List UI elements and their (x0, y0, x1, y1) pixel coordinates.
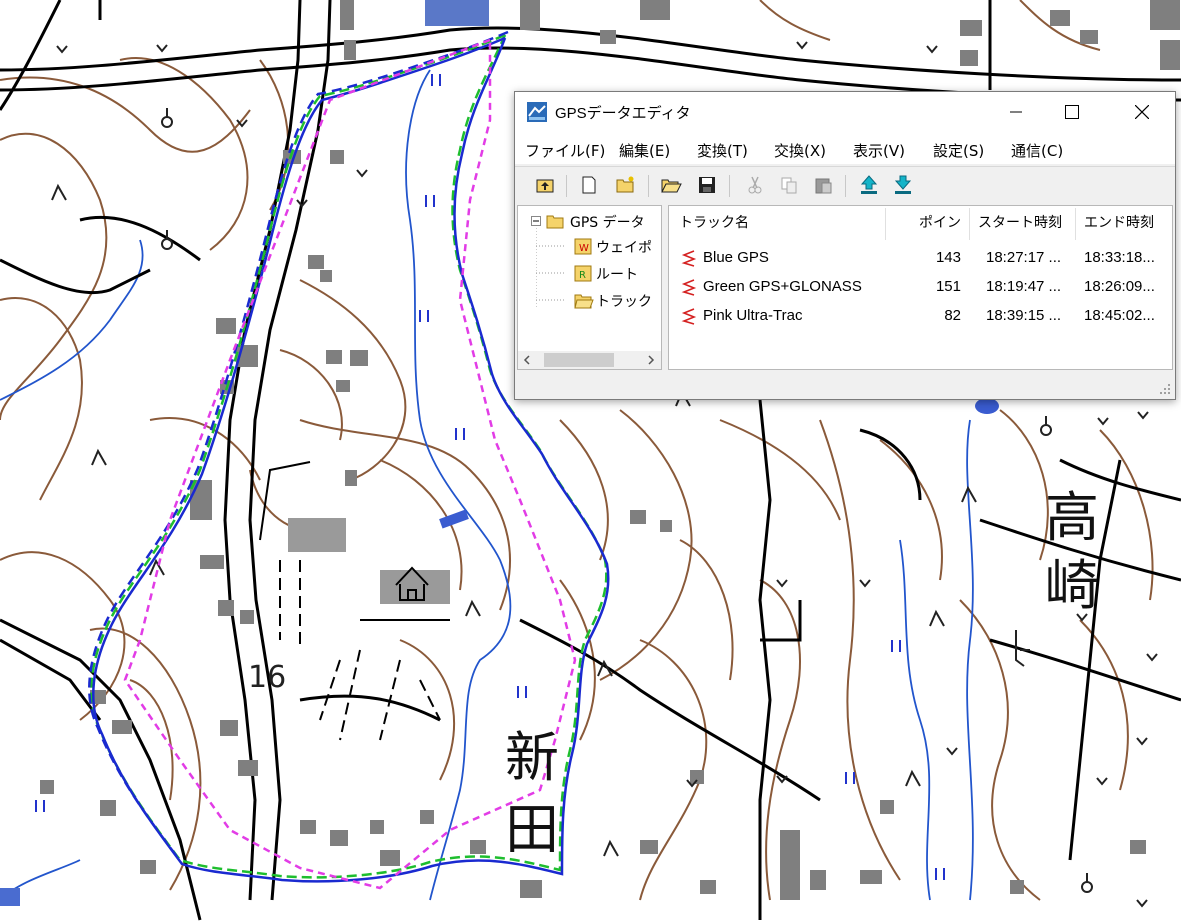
track-name: Blue GPS (703, 249, 769, 266)
track-name: Pink Ultra-Trac (703, 307, 803, 324)
track-icon (681, 250, 697, 267)
track-points: 143 (935, 249, 961, 266)
folder-tree: GPS データ W ウェイポ R ルート トラック (517, 205, 662, 370)
scroll-right-icon[interactable] (644, 351, 658, 369)
track-list: トラック名 ポイン スタート時刻 エンド時刻 Blue GPS 143 18:2… (668, 205, 1173, 370)
column-header-end-time[interactable]: エンド時刻 (1084, 206, 1154, 240)
collapse-toggle-icon[interactable] (531, 216, 541, 226)
map-label-shin: 新 (505, 726, 559, 789)
track-end-time: 18:45:02... (1084, 307, 1155, 324)
up-folder-icon (536, 179, 554, 193)
status-bar (515, 373, 1175, 399)
track-start-time: 18:39:15 ... (986, 307, 1062, 324)
track-icon (681, 279, 697, 296)
tree-item-route[interactable]: ルート (596, 264, 638, 284)
scroll-left-icon[interactable] (520, 351, 534, 369)
scroll-thumb[interactable] (544, 353, 614, 367)
save-icon (699, 177, 715, 193)
new-file-icon (582, 176, 596, 194)
tree-item-waypoint[interactable]: ウェイポ (596, 237, 652, 257)
menu-view[interactable]: 表示(V) (853, 140, 905, 161)
track-points: 82 (944, 307, 961, 324)
download-button[interactable] (891, 173, 915, 197)
track-icon (681, 308, 697, 325)
menu-exchange[interactable]: 交換(X) (774, 140, 826, 161)
column-header-start-time[interactable]: スタート時刻 (978, 206, 1062, 240)
tree-horizontal-scrollbar[interactable] (518, 351, 661, 369)
folder-icon (546, 215, 564, 229)
waypoint-icon: W (574, 238, 592, 255)
close-button[interactable] (1119, 92, 1165, 132)
menu-communication[interactable]: 通信(C) (1011, 140, 1063, 161)
track-points: 151 (935, 278, 961, 295)
svg-text:R: R (579, 270, 586, 281)
tree-root-gps-data[interactable]: GPS データ (570, 212, 645, 232)
column-header-track-name[interactable]: トラック名 (679, 206, 749, 240)
track-row[interactable]: Pink Ultra-Trac 82 18:39:15 ... 18:45:02… (669, 302, 1172, 330)
upload-icon (860, 175, 878, 194)
download-icon (894, 175, 912, 194)
minimize-icon (1010, 111, 1022, 113)
open-folder-icon (661, 179, 682, 193)
track-start-time: 18:19:47 ... (986, 278, 1062, 295)
track-name: Green GPS+GLONASS (703, 278, 862, 295)
new-folder-button[interactable] (613, 173, 637, 197)
paste-button[interactable] (811, 173, 835, 197)
title-bar[interactable]: GPSデータエディタ (515, 92, 1175, 132)
maximize-button[interactable] (1049, 92, 1095, 132)
map-label-den: 田 (505, 798, 559, 861)
column-header-points[interactable]: ポイン (919, 206, 961, 240)
gps-data-editor-window: GPSデータエディタ ファイル(F) 編集(E) 変換(T) 交換(X) 表示(… (514, 91, 1176, 400)
copy-button[interactable] (777, 173, 801, 197)
map-label-taka: 高 (1045, 486, 1099, 549)
menu-settings[interactable]: 設定(S) (933, 140, 984, 161)
maximize-icon (1065, 105, 1079, 119)
toolbar (515, 166, 1175, 203)
close-icon (1135, 105, 1149, 119)
track-end-time: 18:26:09... (1084, 278, 1155, 295)
menu-convert[interactable]: 変換(T) (697, 140, 748, 161)
upload-button[interactable] (857, 173, 881, 197)
svg-text:W: W (579, 243, 589, 254)
track-row[interactable]: Blue GPS 143 18:27:17 ... 18:33:18... (669, 244, 1172, 272)
map-elevation-label: 16 (248, 660, 287, 695)
app-icon (527, 102, 547, 122)
menu-edit[interactable]: 編集(E) (619, 140, 670, 161)
save-button[interactable] (695, 173, 719, 197)
map-label-saki: 崎 (1045, 554, 1099, 617)
track-row[interactable]: Green GPS+GLONASS 151 18:19:47 ... 18:26… (669, 273, 1172, 301)
track-folder-icon (574, 294, 594, 309)
cut-button[interactable] (743, 173, 767, 197)
route-icon: R (574, 265, 592, 282)
new-file-button[interactable] (577, 173, 601, 197)
minimize-button[interactable] (993, 92, 1039, 132)
up-folder-button[interactable] (533, 173, 557, 197)
tree-item-track[interactable]: トラック (596, 291, 652, 311)
window-title: GPSデータエディタ (555, 105, 691, 122)
cut-icon (748, 176, 762, 194)
new-folder-icon (616, 176, 634, 193)
menu-file[interactable]: ファイル(F) (525, 140, 605, 161)
track-start-time: 18:27:17 ... (986, 249, 1062, 266)
menu-bar: ファイル(F) 編集(E) 変換(T) 交換(X) 表示(V) 設定(S) 通信… (515, 132, 1175, 164)
resize-grip-icon[interactable] (1159, 383, 1171, 395)
paste-icon (815, 178, 832, 194)
open-folder-button[interactable] (659, 173, 683, 197)
copy-icon (781, 177, 797, 194)
track-end-time: 18:33:18... (1084, 249, 1155, 266)
